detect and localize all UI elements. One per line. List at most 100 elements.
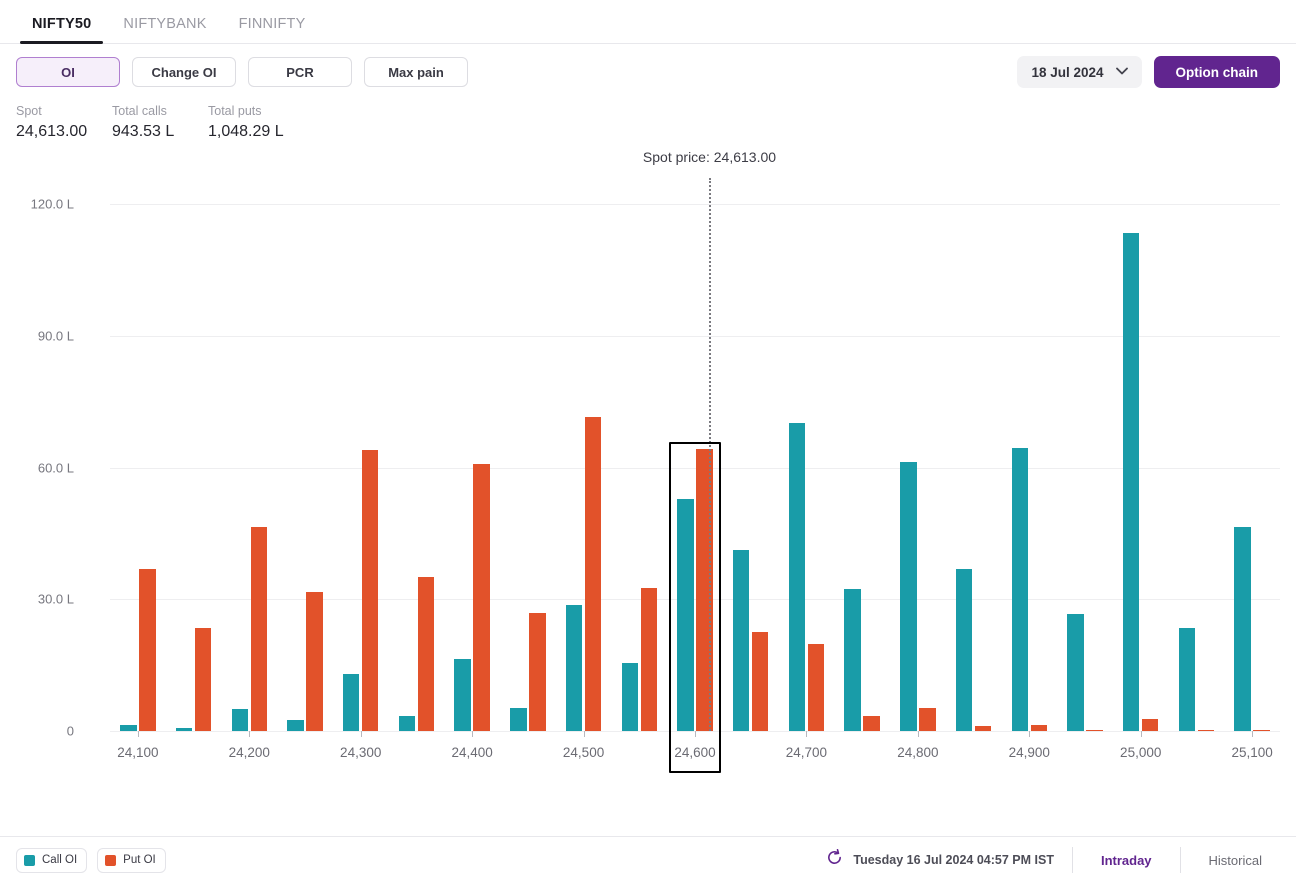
refresh-icon[interactable]: [826, 848, 843, 871]
bar-put-oi[interactable]: [1197, 729, 1215, 731]
stat-total-puts: Total puts 1,048.29 L: [208, 104, 368, 141]
view-pcr-button[interactable]: PCR: [248, 57, 352, 87]
bar-call-oi[interactable]: [844, 588, 861, 731]
x-axis-tick: [472, 731, 474, 737]
y-gridline: [110, 599, 1280, 601]
bar-call-oi[interactable]: [175, 727, 193, 731]
bar-put-oi[interactable]: [194, 627, 212, 731]
bar-put-oi[interactable]: [863, 716, 880, 731]
y-axis-tick-label: 60.0 L: [37, 460, 74, 476]
bar-call-oi[interactable]: [1122, 232, 1140, 731]
bar-put-oi[interactable]: [807, 643, 825, 731]
bar-put-oi[interactable]: [250, 527, 268, 731]
x-axis-tick: [806, 731, 808, 737]
bar-call-oi[interactable]: [1011, 448, 1029, 731]
bar-put-oi[interactable]: [361, 449, 379, 731]
instrument-tabbar: NIFTY50 NIFTYBANK FINNIFTY: [0, 0, 1296, 44]
bar-call-oi[interactable]: [398, 716, 416, 731]
x-axis-tick: [583, 731, 585, 737]
bar-call-oi[interactable]: [454, 659, 471, 731]
chevron-down-icon: [1115, 66, 1128, 78]
x-axis-tick-label: 24,300: [340, 745, 382, 760]
bar-call-oi[interactable]: [900, 461, 917, 731]
mode-intraday-button[interactable]: Intraday: [1083, 847, 1170, 873]
bar-call-oi[interactable]: [510, 708, 527, 731]
y-axis-tick-label: 30.0 L: [37, 591, 74, 607]
bar-call-oi[interactable]: [342, 674, 360, 731]
bar-put-oi[interactable]: [919, 707, 936, 731]
x-axis-tick: [137, 731, 139, 737]
chart-footer: Call OI Put OI Tuesday 16 Jul 2024 04:57…: [0, 836, 1296, 883]
x-axis-tick-label: 24,500: [562, 745, 605, 760]
bar-put-oi[interactable]: [974, 725, 992, 731]
tab-finnifty[interactable]: FINNIFTY: [223, 16, 322, 43]
view-max-pain-button[interactable]: Max pain: [364, 57, 468, 87]
bar-put-oi[interactable]: [640, 587, 658, 731]
last-updated-timestamp: Tuesday 16 Jul 2024 04:57 PM IST: [853, 853, 1054, 867]
view-oi-button[interactable]: OI: [16, 57, 120, 87]
x-axis-tick: [1140, 731, 1142, 737]
bar-put-oi[interactable]: [139, 568, 156, 731]
bar-call-oi[interactable]: [677, 499, 694, 731]
y-axis-tick-label: 120.0 L: [30, 196, 74, 212]
bar-call-oi[interactable]: [287, 720, 304, 731]
refresh-block[interactable]: Tuesday 16 Jul 2024 04:57 PM IST: [826, 847, 1073, 873]
x-axis-tick: [1252, 731, 1254, 737]
legend-swatch-call: [24, 854, 35, 866]
x-axis-tick-label: 24,700: [785, 745, 828, 760]
bar-put-oi[interactable]: [529, 612, 546, 731]
x-axis-tick: [917, 731, 919, 737]
bar-put-oi[interactable]: [1086, 729, 1103, 731]
x-axis-tick-label: 24,600: [674, 745, 716, 760]
bar-put-oi[interactable]: [1253, 729, 1270, 731]
bar-call-oi[interactable]: [1067, 614, 1084, 731]
chart-plot-area[interactable]: 0 30.0 L 60.0 L 90.0 L 120.0 L 24,100 24,200 24…: [31, 149, 1280, 883]
spot-price-annotation: Spot price: 24,613.00: [642, 149, 777, 165]
mode-historical-button[interactable]: Historical: [1191, 847, 1280, 873]
tab-label: NIFTYBANK: [123, 16, 207, 32]
bar-call-oi[interactable]: [1234, 526, 1251, 731]
x-axis-tick-label: 24,200: [228, 745, 270, 760]
bar-call-oi[interactable]: [565, 605, 583, 731]
stat-spot: Spot 24,613.00: [16, 104, 112, 141]
expiry-date-value: 18 Jul 2024: [1031, 64, 1104, 80]
bar-call-oi[interactable]: [120, 724, 137, 731]
bar-call-oi[interactable]: [231, 709, 249, 731]
legend-call-oi[interactable]: Call OI: [16, 847, 88, 873]
x-axis-tick-label: 24,100: [117, 745, 159, 760]
bar-put-oi[interactable]: [584, 417, 602, 731]
legend-put-oi[interactable]: Put OI: [97, 847, 166, 873]
mode-separator: [1179, 847, 1181, 873]
x-axis-tick: [695, 731, 696, 737]
oi-chart: 0 30.0 L 60.0 L 90.0 L 120.0 L 24,100 24,200 24…: [0, 149, 1296, 779]
legend-swatch-put: [105, 854, 117, 866]
summary-stats: Spot 24,613.00 Total calls 943.53 L Tota…: [0, 100, 1296, 141]
view-change-oi-button[interactable]: Change OI: [132, 57, 236, 87]
bar-put-oi[interactable]: [1141, 719, 1159, 731]
y-gridline: [110, 336, 1280, 337]
x-axis-tick-label: 24,900: [1008, 745, 1050, 760]
bar-put-oi[interactable]: [417, 576, 435, 731]
y-gridline: [110, 467, 1280, 469]
stat-value: 943.53 L: [112, 123, 175, 140]
bar-call-oi[interactable]: [1178, 627, 1196, 731]
bar-call-oi[interactable]: [732, 550, 750, 731]
bar-call-oi[interactable]: [621, 662, 639, 731]
tab-niftybank[interactable]: NIFTYBANK: [107, 16, 222, 43]
x-axis-tick-label: 25,100: [1231, 745, 1273, 760]
spot-price-line: [709, 178, 712, 731]
expiry-date-select[interactable]: 18 Jul 2024: [1017, 56, 1142, 88]
option-chain-button[interactable]: Option chain: [1153, 56, 1280, 88]
y-gridline: [110, 204, 1280, 206]
bar-put-oi[interactable]: [751, 631, 769, 731]
bar-call-oi[interactable]: [955, 569, 973, 731]
stat-value: 24,613.00: [16, 123, 88, 140]
bar-put-oi[interactable]: [473, 463, 490, 731]
tab-nifty50[interactable]: NIFTY50: [16, 16, 107, 44]
bar-call-oi[interactable]: [788, 422, 806, 731]
x-axis-tick-label: 25,000: [1120, 745, 1162, 760]
bar-put-oi[interactable]: [306, 591, 323, 731]
tab-label: FINNIFTY: [238, 16, 306, 32]
bar-put-oi[interactable]: [1030, 724, 1048, 731]
stat-label: Total calls: [112, 104, 167, 118]
